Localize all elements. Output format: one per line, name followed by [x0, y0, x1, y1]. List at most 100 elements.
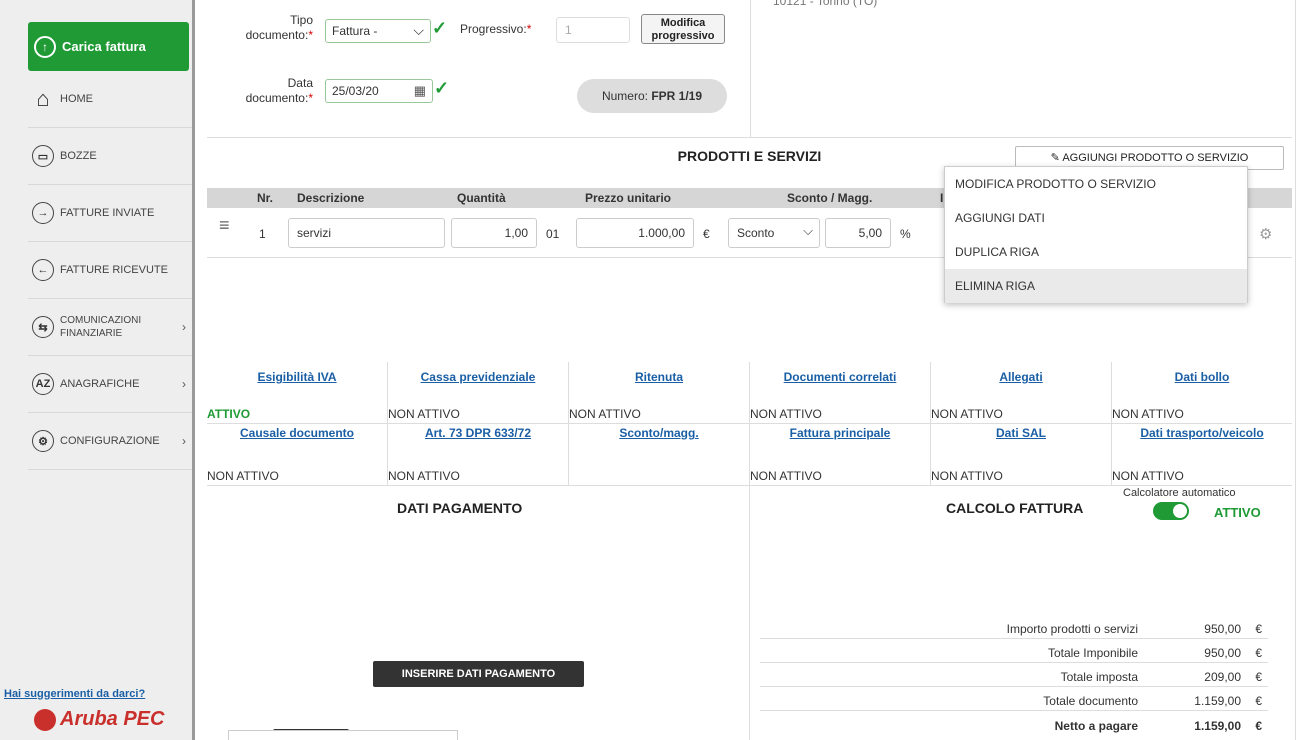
button-line-2: progressivo: [651, 30, 715, 42]
sidebar-item-label: CONFIGURAZIONE: [60, 435, 160, 447]
summary-row-imponibile: Totale Imponibile 950,00 €: [760, 644, 1268, 663]
progressivo-input: 1: [556, 17, 630, 43]
toggle-knob: [1173, 504, 1187, 518]
drag-handle-icon[interactable]: ≡: [219, 216, 230, 234]
option-title[interactable]: Allegati: [931, 370, 1111, 384]
upload-arrow-icon: ↑: [34, 35, 56, 58]
label-line-1: Data: [287, 76, 313, 90]
option-documenti-correlati[interactable]: Documenti correlati NON ATTIVO: [750, 362, 931, 424]
option-title[interactable]: Esigibilità IVA: [207, 370, 387, 384]
aruba-logo-icon: [34, 708, 56, 731]
modifica-progressivo-button[interactable]: Modifica progressivo: [641, 14, 725, 44]
document-header: Tipo documento:* Fattura - ⌵ ✓ Progressi…: [207, 0, 1292, 138]
option-cassa-previdenziale[interactable]: Cassa previdenziale NON ATTIVO: [388, 362, 569, 424]
chevron-right-icon: ›: [182, 320, 186, 334]
sidebar-item-sent-invoices[interactable]: → FATTURE INVIATE: [28, 185, 192, 242]
insert-payment-button[interactable]: INSERIRE DATI PAGAMENTO: [373, 661, 584, 687]
option-title[interactable]: Dati bollo: [1112, 370, 1292, 384]
right-scrollbar[interactable]: [1295, 0, 1308, 740]
summary-currency: €: [1255, 670, 1262, 684]
summary-amount: 209,00: [1204, 670, 1241, 684]
option-title[interactable]: Causale documento: [207, 426, 387, 440]
sidebar-item-label: HOME: [60, 93, 93, 105]
option-allegati[interactable]: Allegati NON ATTIVO: [931, 362, 1112, 424]
check-icon: ✓: [434, 78, 450, 98]
descrizione-input[interactable]: servizi: [288, 218, 445, 248]
sidebar-item-label: COMUNICAZIONI FINANZIARIE: [60, 314, 141, 340]
sconto-value-input[interactable]: 5,00: [825, 218, 891, 248]
option-title[interactable]: Ritenuta: [569, 370, 749, 384]
auto-calc-toggle[interactable]: [1153, 502, 1189, 520]
menu-item-elimina[interactable]: ELIMINA RIGA: [945, 269, 1247, 303]
option-fattura-principale[interactable]: Fattura principale NON ATTIVO: [750, 424, 931, 486]
quantita-input[interactable]: 1,00: [451, 218, 537, 248]
sidebar-item-home[interactable]: ⌂ HOME: [28, 71, 192, 128]
header-iva: I: [940, 191, 944, 205]
sidebar-item-label: FATTURE RICEVUTE: [60, 264, 168, 276]
progressivo-label: Progressivo:*: [460, 22, 531, 37]
calendar-icon[interactable]: ▦: [414, 83, 426, 99]
option-title[interactable]: Fattura principale: [750, 426, 930, 440]
date-value: 25/03/20: [332, 84, 379, 98]
sidebar-item-financial-communications[interactable]: ⇆ COMUNICAZIONI FINANZIARIE ›: [28, 299, 192, 356]
header-nr: Nr.: [257, 191, 274, 205]
menu-item-modifica[interactable]: MODIFICA PRODOTTO O SERVIZIO: [945, 167, 1247, 201]
pencil-icon: ✎: [1050, 152, 1060, 164]
sidebar-item-registry[interactable]: AZ ANAGRAFICHE ›: [28, 356, 192, 413]
option-dati-bollo[interactable]: Dati bollo NON ATTIVO: [1112, 362, 1292, 424]
az-icon: AZ: [32, 373, 54, 395]
gear-icon[interactable]: ⚙: [1259, 225, 1272, 243]
summary-currency: €: [1255, 646, 1262, 660]
percent-symbol: %: [900, 227, 911, 241]
menu-item-duplica[interactable]: DUPLICA RIGA: [945, 235, 1247, 269]
option-title[interactable]: Cassa previdenziale: [388, 370, 568, 384]
option-title[interactable]: Art. 73 DPR 633/72: [388, 426, 568, 440]
option-ritenuta[interactable]: Ritenuta NON ATTIVO: [569, 362, 750, 424]
suggestion-link[interactable]: Hai suggerimenti da darci?: [4, 688, 145, 700]
option-title[interactable]: Sconto/magg.: [569, 426, 749, 440]
row-context-menu: MODIFICA PRODOTTO O SERVIZIO AGGIUNGI DA…: [944, 166, 1248, 303]
label-line-1: COMUNICAZIONI: [60, 315, 142, 326]
summary-amount: 950,00: [1204, 622, 1241, 636]
option-causale-documento[interactable]: Causale documento NON ATTIVO: [207, 424, 388, 486]
label-line-2: documento:: [245, 28, 309, 42]
calc-title: CALCOLO FATTURA: [946, 500, 1084, 516]
option-esigibilita-iva[interactable]: Esigibilità IVA ATTIVO: [207, 362, 388, 424]
tipo-documento-select[interactable]: Fattura - ⌵: [325, 19, 431, 43]
option-sconto-magg[interactable]: Sconto/magg.: [569, 424, 750, 486]
option-art-73[interactable]: Art. 73 DPR 633/72 NON ATTIVO: [388, 424, 569, 486]
chevron-down-icon: ⌵: [803, 223, 813, 238]
row-number: 1: [259, 227, 266, 241]
upload-invoice-button[interactable]: ↑ Carica fattura: [28, 22, 189, 71]
menu-item-aggiungi-dati[interactable]: AGGIUNGI DATI: [945, 201, 1247, 235]
chevron-right-icon: ›: [182, 434, 186, 448]
option-dati-sal[interactable]: Dati SAL NON ATTIVO: [931, 424, 1112, 486]
button-line-1: Modifica: [660, 17, 706, 29]
tipo-documento-label: Tipo documento:*: [227, 13, 313, 43]
option-title[interactable]: Documenti correlati: [750, 370, 930, 384]
main-content: Tipo documento:* Fattura - ⌵ ✓ Progressi…: [207, 0, 1292, 740]
option-title[interactable]: Dati trasporto/veicolo: [1112, 426, 1292, 440]
label-line-1: Tipo: [290, 13, 313, 27]
summary-label: Netto a pagare: [1054, 719, 1138, 733]
summary-row-imposta: Totale imposta 209,00 €: [760, 668, 1268, 687]
sidebar: ↑ Carica fattura ⌂ HOME ▭ BOZZE → FATTUR…: [0, 0, 195, 740]
option-title[interactable]: Dati SAL: [931, 426, 1111, 440]
option-status: NON ATTIVO: [207, 469, 279, 483]
option-status: NON ATTIVO: [931, 407, 1003, 421]
sidebar-item-configuration[interactable]: ⚙ CONFIGURAZIONE ›: [28, 413, 192, 470]
label-text: Progressivo:: [460, 22, 527, 36]
data-documento-input[interactable]: 25/03/20 ▦: [325, 79, 433, 103]
customer-address-fragment: 10121 - Torino (TO): [773, 0, 878, 8]
option-dati-trasporto[interactable]: Dati trasporto/veicolo NON ATTIVO: [1112, 424, 1292, 486]
sidebar-item-received-invoices[interactable]: ← FATTURE RICEVUTE: [28, 242, 192, 299]
upload-invoice-label: Carica fattura: [62, 39, 146, 54]
label-line-2: documento:: [245, 91, 309, 105]
sent-arrow-icon: →: [32, 202, 54, 224]
sconto-type-select[interactable]: Sconto ⌵: [728, 218, 820, 248]
sidebar-item-drafts[interactable]: ▭ BOZZE: [28, 128, 192, 185]
unit-of-measure: 01: [546, 227, 560, 241]
auto-calc-status: ATTIVO: [1214, 505, 1261, 520]
home-icon: ⌂: [36, 86, 50, 111]
prezzo-input[interactable]: 1.000,00: [576, 218, 694, 248]
